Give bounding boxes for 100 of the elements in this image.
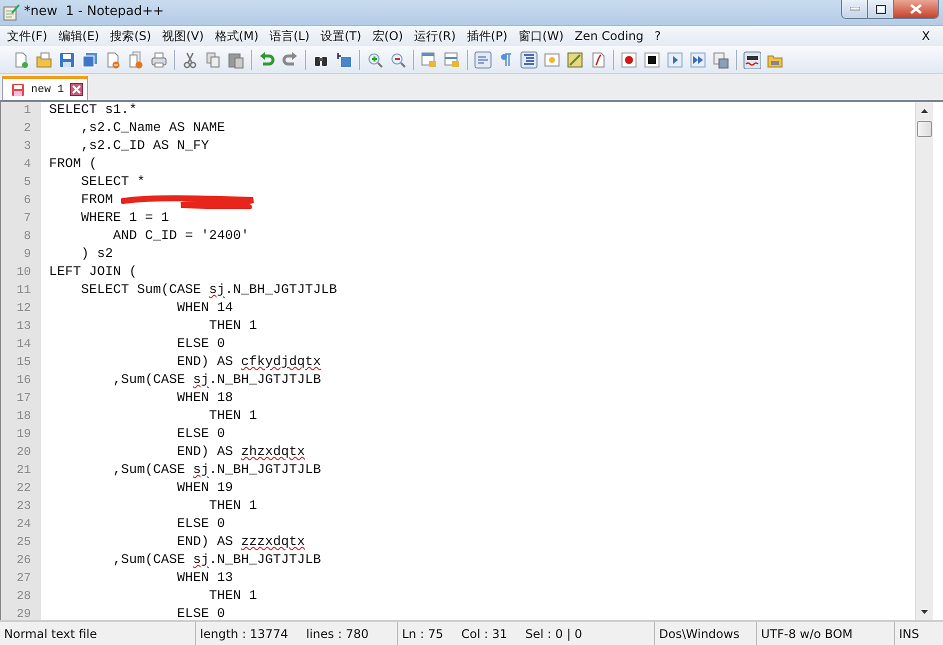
code-text: ELSE 0 — [176, 427, 225, 444]
line-number: 3 — [22, 139, 32, 155]
misspelled-code-text: cfkydjdqtx — [240, 355, 321, 372]
printer-icon[interactable] — [150, 50, 168, 68]
selection-label: Sel : 0 | 0 — [525, 626, 582, 640]
menu-item[interactable]: 窗口(W) — [514, 28, 568, 44]
code-text: .N_BH_JGTJTJLB — [224, 283, 337, 300]
line-number: 5 — [22, 175, 32, 191]
line-number: 27 — [16, 571, 32, 587]
code-text: THEN 1 — [208, 499, 257, 516]
wrap-lines-icon[interactable] — [474, 50, 492, 68]
misspelled-code-text: sj — [192, 553, 209, 570]
line-number: 20 — [16, 445, 32, 461]
length-label: length : 13774 — [200, 626, 288, 640]
code-text: THEN 1 — [208, 589, 257, 606]
line-number: 14 — [16, 337, 32, 353]
code-text: ,Sum(CASE — [112, 373, 186, 390]
misspelled-code-text: sj — [208, 283, 225, 300]
window-title: *new 1 - Notepad++ — [24, 4, 164, 19]
line-number: 13 — [16, 319, 32, 335]
maximize-button[interactable] — [868, 0, 894, 18]
scrollbar-thumb[interactable] — [917, 121, 932, 137]
code-text: ELSE 0 — [176, 517, 225, 534]
stop-icon[interactable] — [643, 50, 661, 68]
line-number: 16 — [16, 373, 32, 389]
line-number: 2 — [22, 121, 32, 137]
floppy-disks-icon[interactable] — [81, 50, 99, 68]
menu-item[interactable]: 宏(O) — [368, 28, 408, 44]
menu-item[interactable]: 运行(R) — [410, 28, 460, 44]
fast-forward-icon[interactable] — [689, 50, 707, 68]
menu-item[interactable]: 视图(V) — [158, 28, 208, 44]
cursor-line-label: Ln : 75 — [402, 626, 444, 640]
line-number: 15 — [16, 355, 32, 371]
line-number: 21 — [16, 463, 32, 479]
close-icon[interactable] — [70, 83, 84, 96]
menu-item[interactable]: 设置(T) — [316, 28, 366, 44]
menu-item[interactable]: 文件(F) — [3, 28, 52, 44]
code-text: SELECT * — [80, 175, 145, 192]
pages-minus-icon[interactable] — [127, 50, 145, 68]
menu-item[interactable]: 插件(P) — [462, 28, 512, 44]
indent-guide-icon[interactable] — [520, 50, 538, 68]
clipboard-icon[interactable] — [227, 50, 245, 68]
zoom-out-icon[interactable] — [389, 50, 407, 68]
close-button[interactable] — [894, 0, 938, 18]
copy-icon[interactable] — [204, 50, 222, 68]
line-number: 26 — [16, 553, 32, 569]
code-text: AND C_ID = '2400' — [112, 229, 249, 246]
scroll-up-icon[interactable] — [921, 108, 928, 112]
misspelled-code-text: sj — [192, 373, 209, 390]
code-text: .N_BH_JGTJTJLB — [208, 463, 321, 480]
misspelled-code-text: sj — [192, 463, 209, 480]
menu-item[interactable]: 搜索(S) — [106, 28, 156, 44]
code-text: ELSE 0 — [176, 607, 225, 620]
code-text: .N_BH_JGTJTJLB — [208, 553, 321, 570]
code-text: THEN 1 — [208, 319, 257, 336]
line-number: 4 — [22, 157, 32, 173]
cursor-column-label: Col : 31 — [461, 626, 508, 640]
code-text: WHEN 19 — [176, 481, 233, 498]
line-number: 7 — [22, 211, 32, 227]
code-text: ,s2.C_Name AS NAME — [80, 121, 225, 138]
vertical-scrollbar[interactable] — [915, 102, 933, 620]
code-text: END) AS — [176, 535, 234, 552]
menu-item[interactable]: Zen Coding — [570, 29, 648, 43]
code-text: WHERE 1 = 1 — [80, 211, 169, 228]
misspelled-code-text: zhzxdqtx — [240, 445, 305, 462]
line-number: 25 — [16, 535, 32, 551]
file-type-label: Normal text file — [4, 626, 98, 640]
code-text: ,s2.C_ID AS N_FY — [80, 139, 209, 156]
record-icon[interactable] — [620, 50, 638, 68]
line-endings-label: Dos\Windows — [659, 626, 740, 640]
line-number: 1 — [22, 103, 32, 119]
line-number: 10 — [16, 265, 32, 281]
close-icon — [910, 4, 922, 14]
code-text: WHEN 13 — [176, 571, 233, 588]
insert-mode-label: INS — [899, 626, 920, 640]
scroll-down-icon[interactable] — [921, 610, 928, 614]
encoding-label: UTF-8 w/o BOM — [761, 626, 853, 640]
code-text: SELECT Sum(CASE — [80, 283, 202, 300]
spell-check-icon[interactable] — [743, 50, 761, 68]
scissors-icon[interactable] — [181, 50, 199, 68]
menu-item[interactable]: 格式(M) — [210, 28, 262, 44]
menu-item[interactable]: 语言(L) — [266, 28, 314, 44]
document-tab[interactable]: new 1 — [2, 76, 88, 100]
play-icon[interactable] — [666, 50, 684, 68]
line-number: 12 — [16, 301, 32, 317]
close-document-button[interactable]: X — [918, 29, 934, 43]
undo-arrow-icon[interactable] — [258, 50, 276, 68]
redo-arrow-icon[interactable] — [281, 50, 299, 68]
code-text: ) s2 — [80, 247, 113, 264]
line-number: 18 — [16, 409, 32, 425]
open-folder-icon[interactable] — [35, 50, 53, 68]
menu-item[interactable]: ? — [650, 29, 665, 43]
menu-item[interactable]: 编辑(E) — [54, 28, 104, 44]
zoom-in-icon[interactable] — [366, 50, 384, 68]
line-number: 22 — [16, 481, 32, 497]
line-number: 6 — [22, 193, 32, 209]
minimize-button[interactable] — [842, 0, 868, 18]
code-text: SELECT s1.* — [49, 103, 137, 120]
code-text: ,Sum(CASE — [112, 463, 186, 480]
misspelled-code-text: zzzxdqtx — [240, 535, 305, 552]
